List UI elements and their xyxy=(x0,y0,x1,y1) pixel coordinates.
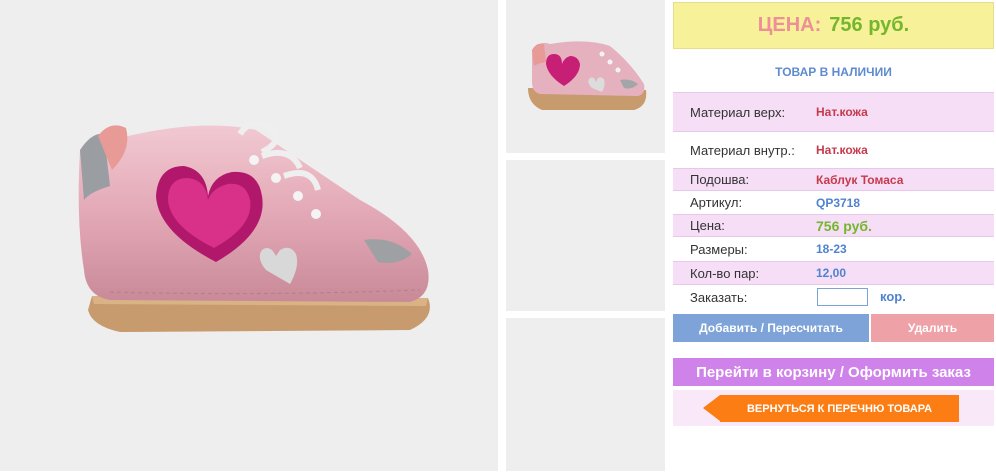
spec-row-sizes: Размеры: 18-23 xyxy=(673,237,994,261)
price-label: ЦЕНА: xyxy=(757,14,822,36)
order-quantity-input[interactable] xyxy=(817,288,868,306)
stock-status: ТОВАР В НАЛИЧИИ xyxy=(775,65,892,79)
spec-value: 18-23 xyxy=(816,242,847,256)
main-product-image[interactable] xyxy=(0,0,498,471)
price-value: 756 руб. xyxy=(829,14,910,36)
spec-row-material-top: Материал верх: Нат.кожа xyxy=(673,92,994,132)
spec-row-pairs: Кол-во пар: 12,00 xyxy=(673,261,994,285)
spec-key: Материал верх: xyxy=(690,104,786,120)
add-recalculate-button[interactable]: Добавить / Пересчитать xyxy=(673,314,869,342)
spec-value: 12,00 xyxy=(816,266,847,280)
delete-button[interactable]: Удалить xyxy=(871,314,994,342)
shoe-thumbnail-illustration xyxy=(528,41,647,110)
thumbnail-1[interactable] xyxy=(506,0,665,153)
spec-key: Подошва: xyxy=(690,172,750,187)
order-unit: кор. xyxy=(880,289,906,304)
spec-row-article: Артикул: QP3718 xyxy=(673,191,994,214)
spec-value: Нат.кожа xyxy=(816,105,868,119)
order-label: Заказать: xyxy=(690,290,748,305)
back-arrow-icon[interactable] xyxy=(703,395,720,421)
spec-row-price: Цена: 756 руб. xyxy=(673,214,994,237)
spec-key: Цена: xyxy=(690,218,725,233)
spec-row-sole: Подошва: Каблук Томаса xyxy=(673,168,994,191)
price-banner: ЦЕНА: 756 руб. xyxy=(673,2,994,49)
shoe-illustration xyxy=(78,120,430,332)
thumbnail-3[interactable] xyxy=(506,318,665,471)
spec-value: QP3718 xyxy=(816,195,861,210)
spec-value: Нат.кожа xyxy=(816,143,868,157)
back-to-list-button[interactable]: ВЕРНУТЬСЯ К ПЕРЕЧНЮ ТОВАРА xyxy=(720,395,959,422)
spec-key: Кол-во пар: xyxy=(690,265,760,281)
spec-row-material-inner: Материал внутр.: Нат.кожа xyxy=(673,133,994,167)
thumbnail-2[interactable] xyxy=(506,160,665,311)
spec-key: Артикул: xyxy=(690,195,743,210)
spec-key: Материал внутр.: xyxy=(690,142,795,158)
spec-value: Каблук Томаса xyxy=(816,172,904,187)
spec-value: 756 руб. xyxy=(816,217,872,234)
spec-key: Размеры: xyxy=(690,241,748,257)
go-to-cart-button[interactable]: Перейти в корзину / Оформить заказ xyxy=(673,358,994,386)
